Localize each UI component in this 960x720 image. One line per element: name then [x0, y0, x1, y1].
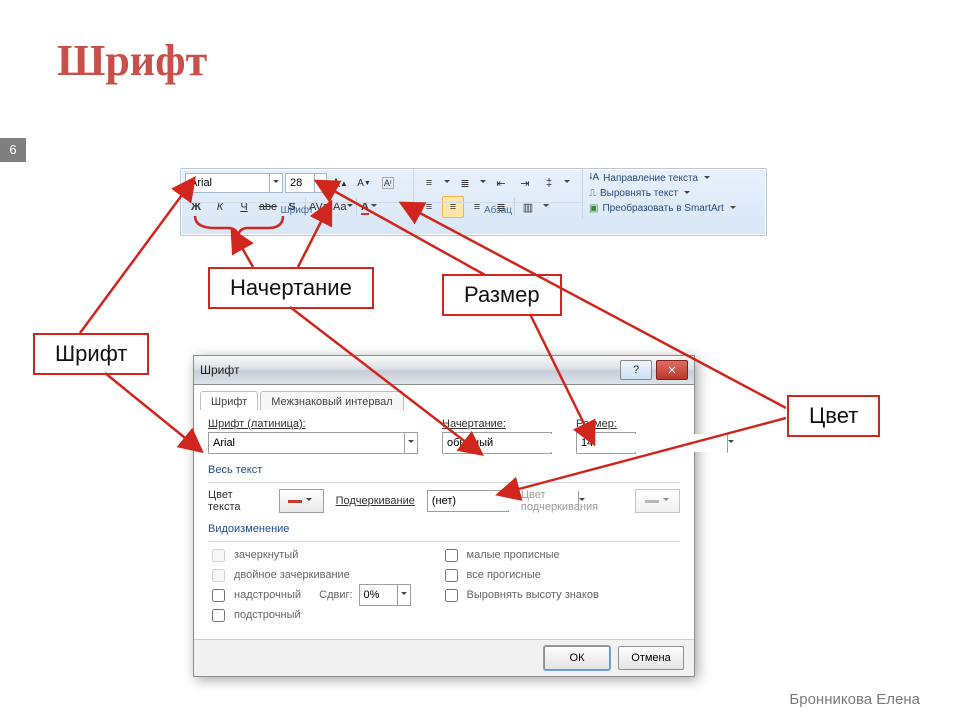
- style-input[interactable]: [443, 434, 593, 452]
- section-effects: Видоизменение: [208, 523, 680, 535]
- author-label: Бронникова Елена: [789, 691, 920, 708]
- font-size-value: 28: [286, 177, 306, 189]
- indent-inc-button[interactable]: ⇥: [514, 172, 536, 194]
- chk-smallcaps[interactable]: малые прописные: [441, 546, 599, 564]
- chevron-down-icon[interactable]: [269, 174, 282, 192]
- cancel-button[interactable]: Отмена: [618, 646, 684, 670]
- indent-dec-button[interactable]: ⇤: [490, 172, 512, 194]
- close-button[interactable]: ✕: [656, 360, 688, 380]
- font-name-combo[interactable]: Arial: [185, 173, 283, 193]
- ribbon-group-textops: ⭭AНаправление текста ⎍Выровнять текст ▣П…: [583, 169, 766, 219]
- chk-equalize[interactable]: Выровнять высоту знаков: [441, 586, 599, 604]
- chevron-down-icon[interactable]: [727, 433, 734, 453]
- chk-dbl-strike[interactable]: двойное зачеркивание: [208, 566, 411, 584]
- spinner-icon[interactable]: [397, 585, 410, 605]
- chk-allcaps[interactable]: все прогисные: [441, 566, 599, 584]
- text-direction-icon: ⭭A: [589, 170, 599, 187]
- shrink-font-button[interactable]: A▼: [353, 172, 375, 194]
- dialog-tabs: Шрифт Межзнаковый интервал: [194, 385, 694, 412]
- dialog-title: Шрифт: [200, 363, 239, 377]
- ribbon: Arial 28 A▲ A▼ Aʳ Ж К Ч abe S AV Aa: [180, 168, 767, 236]
- slide-number-badge: 6: [0, 138, 26, 162]
- size-input[interactable]: [577, 434, 727, 452]
- chk-strike[interactable]: зачеркнутый: [208, 546, 411, 564]
- chk-sub[interactable]: подстрочный: [208, 606, 411, 624]
- callout-style: Начертание: [208, 267, 374, 309]
- underline-combo[interactable]: [427, 490, 509, 512]
- chevron-down-icon[interactable]: [314, 174, 326, 192]
- offset-label: Сдвиг:: [319, 589, 352, 601]
- font-size-combo[interactable]: 28: [285, 173, 327, 193]
- font-name-value: Arial: [186, 177, 216, 189]
- text-direction-button[interactable]: ⭭AНаправление текста: [589, 171, 760, 186]
- text-color-picker[interactable]: [279, 489, 324, 513]
- align-text-button[interactable]: ⎍Выровнять текст: [589, 186, 760, 201]
- size-combo[interactable]: [576, 432, 636, 454]
- page-title: Шрифт: [57, 35, 207, 86]
- style-label: Начертание:: [442, 418, 552, 430]
- color-swatch-icon: [288, 500, 302, 503]
- ribbon-group-label: Абзац: [414, 202, 582, 219]
- convert-smartart-button[interactable]: ▣Преобразовать в SmartArt: [589, 201, 760, 216]
- underline-label: Подчеркивание: [336, 495, 415, 507]
- align-text-icon: ⎍: [589, 188, 596, 199]
- ribbon-group-paragraph: ≡ ≣ ⇤ ⇥ ‡ ≡ ≡ ≡ ≣ ▥ Абзац: [414, 169, 583, 219]
- bullets-button[interactable]: ≡: [418, 172, 440, 194]
- callout-font: Шрифт: [33, 333, 149, 375]
- line-spacing-button[interactable]: ‡: [538, 172, 560, 194]
- ribbon-group-label: Шрифт: [181, 202, 413, 219]
- title-accent: Шрифт: [57, 36, 207, 85]
- section-all-text: Весь текст: [208, 464, 680, 476]
- underline-color-label: Цвет подчеркивания: [521, 489, 623, 513]
- font-latin-input[interactable]: [209, 434, 404, 452]
- style-combo[interactable]: [442, 432, 552, 454]
- font-latin-combo[interactable]: [208, 432, 418, 454]
- chevron-down-icon[interactable]: [404, 433, 417, 453]
- color-swatch-icon: [645, 500, 659, 503]
- callout-size: Размер: [442, 274, 562, 316]
- callout-color: Цвет: [787, 395, 880, 437]
- underline-color-picker[interactable]: [635, 489, 680, 513]
- tab-font[interactable]: Шрифт: [200, 391, 258, 412]
- font-latin-label: Шрифт (латиница):: [208, 418, 418, 430]
- size-label: Размер:: [576, 418, 636, 430]
- ok-button[interactable]: ОК: [544, 646, 610, 670]
- chk-super[interactable]: надстрочный Сдвиг:: [208, 586, 411, 604]
- grow-font-button[interactable]: A▲: [329, 172, 351, 194]
- offset-input[interactable]: [360, 589, 397, 602]
- tab-char-spacing[interactable]: Межзнаковый интервал: [260, 391, 404, 412]
- dialog-titlebar: Шрифт ? ✕: [194, 356, 694, 385]
- clear-formatting-button[interactable]: Aʳ: [377, 172, 399, 194]
- numbering-button[interactable]: ≣: [454, 172, 476, 194]
- help-button[interactable]: ?: [620, 360, 652, 380]
- font-dialog: Шрифт ? ✕ Шрифт Межзнаковый интервал Шри…: [193, 355, 695, 677]
- text-color-label: Цвет текста: [208, 489, 267, 513]
- ribbon-group-font: Arial 28 A▲ A▼ Aʳ Ж К Ч abe S AV Aa: [181, 169, 414, 219]
- smartart-icon: ▣: [589, 203, 598, 214]
